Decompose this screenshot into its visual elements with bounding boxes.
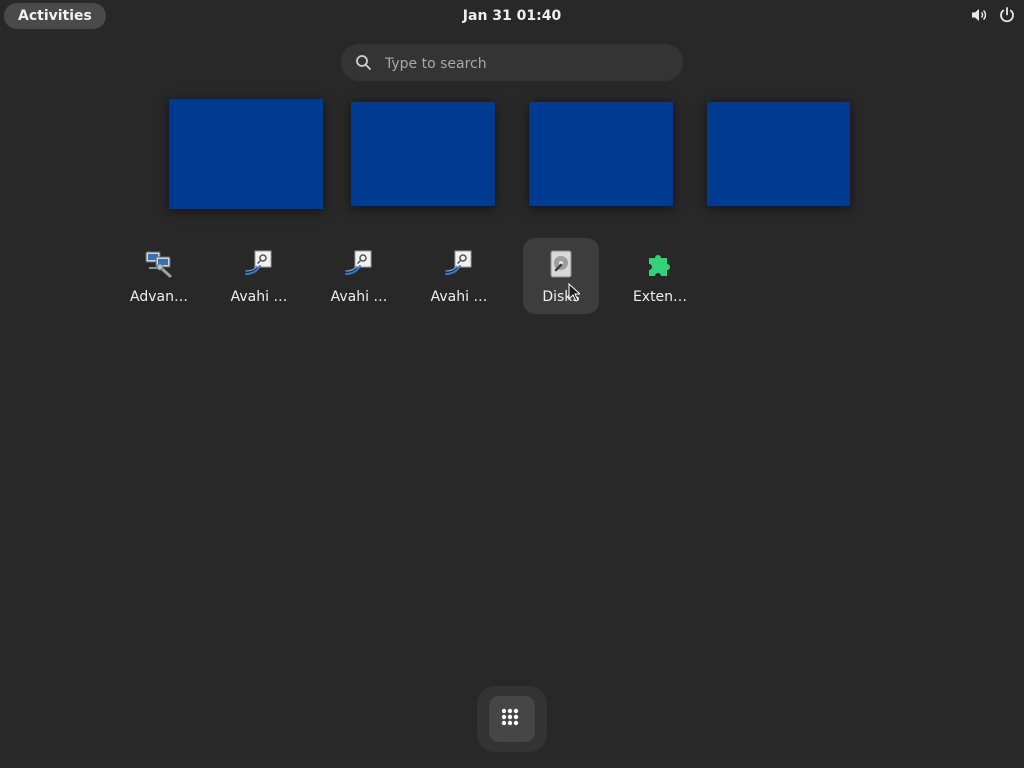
app-label: Avahi … [230,289,288,305]
network-connections-icon [145,251,172,278]
app-avahi-1[interactable]: Avahi … [221,238,297,314]
app-label: Exten… [632,289,688,305]
top-bar: Activities Jan 31 01:40 [0,0,1024,32]
workspace-thumbnail-1[interactable] [169,99,323,209]
search-entry[interactable] [341,44,683,83]
app-label: Disks [542,289,580,305]
app-disks[interactable]: Disks [523,238,599,314]
clock[interactable]: Jan 31 01:40 [0,0,1024,32]
volume-icon[interactable] [970,6,988,24]
mouse-pointer-icon [568,283,580,302]
app-advanced-network-configuration[interactable]: Advan… [121,238,197,314]
disks-icon [550,250,572,278]
search-input[interactable] [383,44,667,83]
show-apps-button[interactable] [489,696,535,742]
extensions-icon [649,255,670,276]
avahi-icon [245,250,272,275]
avahi-icon [445,250,472,275]
app-grid: Advan… Avahi … Avahi … Avahi … Disks Ext… [121,238,841,316]
app-grid-icon [501,708,519,726]
search-icon [356,55,371,70]
app-label: Avahi … [330,289,388,305]
dash [477,686,547,752]
avahi-icon [345,250,372,275]
app-label: Advan… [130,289,188,305]
system-tray[interactable] [970,6,1016,24]
app-label: Avahi … [430,289,488,305]
app-avahi-2[interactable]: Avahi … [321,238,397,314]
workspace-thumbnail-2[interactable] [351,102,495,206]
workspace-thumbnail-3[interactable] [529,102,673,206]
app-avahi-3[interactable]: Avahi … [421,238,497,314]
workspace-thumbnail-4[interactable] [707,102,850,206]
power-icon[interactable] [998,6,1016,24]
app-extensions[interactable]: Exten… [622,238,698,314]
